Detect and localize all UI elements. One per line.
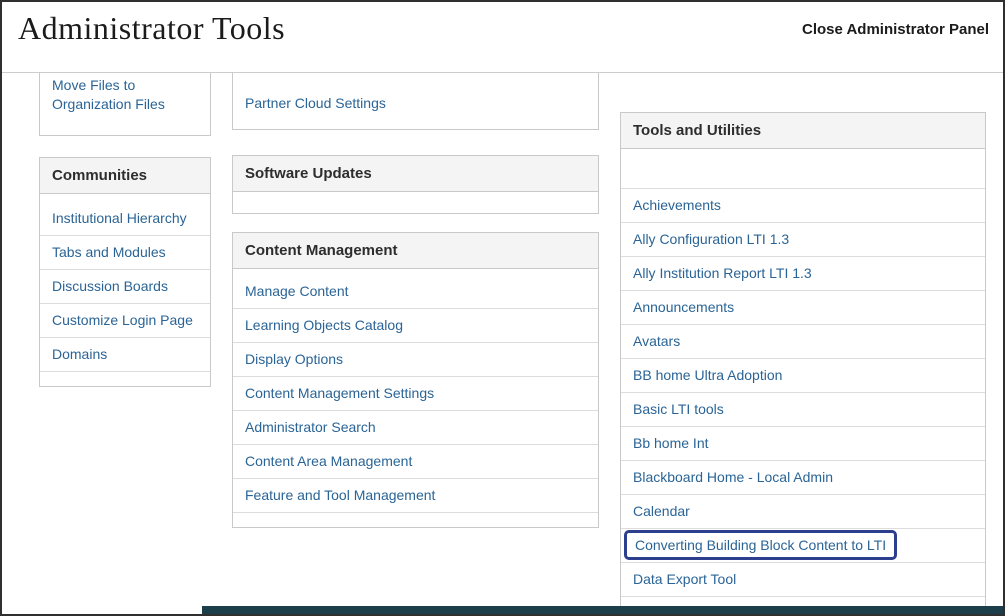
list-item: Domains bbox=[40, 338, 210, 372]
panel-tools-and-utilities: Tools and Utilities Achievements Ally Con… bbox=[620, 112, 986, 616]
list-item: Achievements bbox=[621, 189, 985, 223]
panel-link[interactable]: Ally Configuration LTI 1.3 bbox=[633, 231, 789, 247]
page-title: Administrator Tools bbox=[18, 10, 285, 47]
panel-link[interactable]: Tabs and Modules bbox=[52, 244, 166, 260]
list-item: Announcements bbox=[621, 291, 985, 325]
panel-link[interactable]: Content Area Management bbox=[245, 453, 412, 469]
list-item: Institutional Hierarchy bbox=[40, 202, 210, 236]
partner-cloud-link-list: Partner Cloud Settings bbox=[233, 72, 598, 123]
list-item: Basic LTI tools bbox=[621, 393, 985, 427]
list-item: Customize Login Page bbox=[40, 304, 210, 338]
list-item: Bb home Int bbox=[621, 427, 985, 461]
close-administrator-panel-button[interactable]: Close Administrator Panel bbox=[802, 21, 989, 38]
list-item: Calendar bbox=[621, 495, 985, 529]
panel-software-updates: Software Updates bbox=[232, 155, 599, 214]
tools-and-utilities-link-list: Achievements Ally Configuration LTI 1.3 Al… bbox=[621, 189, 985, 616]
highlighted-panel-link[interactable]: Converting Building Block Content to LTI bbox=[624, 530, 897, 560]
list-item: Display Options bbox=[233, 343, 598, 377]
list-item: BB home Ultra Adoption bbox=[621, 359, 985, 393]
list-item: Partner Cloud Settings bbox=[233, 94, 598, 123]
content-management-link-list: Manage Content Learning Objects Catalog Di… bbox=[233, 269, 598, 527]
panel-link[interactable]: Display Options bbox=[245, 351, 343, 367]
panel-link[interactable]: Manage Content bbox=[245, 283, 349, 299]
list-item: Administrator Search bbox=[233, 411, 598, 445]
panel-link[interactable]: Avatars bbox=[633, 333, 680, 349]
panel-link[interactable]: BB home Ultra Adoption bbox=[633, 367, 782, 383]
list-item: Manage Content bbox=[233, 275, 598, 309]
panel-link[interactable]: Blackboard Home - Local Admin bbox=[633, 469, 833, 485]
panel-link[interactable]: Calendar bbox=[633, 503, 690, 519]
panel-link[interactable]: Feature and Tool Management bbox=[245, 487, 435, 503]
panel-link[interactable]: Learning Objects Catalog bbox=[245, 317, 403, 333]
panel-communities: Communities Institutional Hierarchy Tabs … bbox=[39, 157, 211, 387]
empty-list-row bbox=[621, 149, 985, 189]
panel-tools-and-utilities-title: Tools and Utilities bbox=[621, 113, 985, 149]
communities-link-list: Institutional Hierarchy Tabs and Modules D… bbox=[40, 194, 210, 386]
panel-link[interactable]: Bb home Int bbox=[633, 435, 709, 451]
panel-link[interactable]: Move Files to Organization Files bbox=[52, 77, 165, 112]
list-item: Content Area Management bbox=[233, 445, 598, 479]
list-item: Feature and Tool Management bbox=[233, 479, 598, 513]
move-files-link-list: Move Files to Organization Files bbox=[40, 72, 210, 120]
list-item: Discussion Boards bbox=[40, 270, 210, 304]
list-item: Converting Building Block Content to LTI bbox=[621, 529, 985, 563]
administrator-tools-panel: Administrator Tools Close Administrator … bbox=[0, 0, 1005, 616]
panel-link[interactable]: Domains bbox=[52, 346, 107, 362]
panel-move-files: Move Files to Organization Files bbox=[39, 72, 211, 136]
panel-communities-title: Communities bbox=[40, 158, 210, 194]
software-updates-empty-body bbox=[233, 192, 598, 213]
panel-partner-cloud: Partner Cloud Settings bbox=[232, 72, 599, 130]
panel-link[interactable]: Ally Institution Report LTI 1.3 bbox=[633, 265, 812, 281]
panel-link[interactable]: Administrator Search bbox=[245, 419, 376, 435]
list-item: Data Export Tool bbox=[621, 563, 985, 597]
panel-link[interactable]: Basic LTI tools bbox=[633, 401, 724, 417]
list-item: Move Files to Organization Files bbox=[40, 74, 210, 120]
panel-link[interactable]: Discussion Boards bbox=[52, 278, 168, 294]
panel-top-bar: Administrator Tools Close Administrator … bbox=[2, 2, 1003, 73]
panel-link[interactable]: Customize Login Page bbox=[52, 312, 193, 328]
panel-link[interactable]: Partner Cloud Settings bbox=[245, 95, 386, 111]
list-item: Tabs and Modules bbox=[40, 236, 210, 270]
list-item: Learning Objects Catalog bbox=[233, 309, 598, 343]
panel-content-management: Content Management Manage Content Learnin… bbox=[232, 232, 599, 528]
panel-link[interactable]: Institutional Hierarchy bbox=[52, 210, 187, 226]
list-item: Ally Institution Report LTI 1.3 bbox=[621, 257, 985, 291]
bottom-frame-bar bbox=[202, 606, 1003, 614]
panel-link[interactable]: Content Management Settings bbox=[245, 385, 434, 401]
panel-link[interactable]: Announcements bbox=[633, 299, 734, 315]
panel-link[interactable]: Achievements bbox=[633, 197, 721, 213]
panel-software-updates-title: Software Updates bbox=[233, 156, 598, 192]
list-item: Content Management Settings bbox=[233, 377, 598, 411]
list-item: Ally Configuration LTI 1.3 bbox=[621, 223, 985, 257]
panel-content-management-title: Content Management bbox=[233, 233, 598, 269]
list-item: Avatars bbox=[621, 325, 985, 359]
panel-link[interactable]: Data Export Tool bbox=[633, 571, 736, 587]
list-item: Blackboard Home - Local Admin bbox=[621, 461, 985, 495]
